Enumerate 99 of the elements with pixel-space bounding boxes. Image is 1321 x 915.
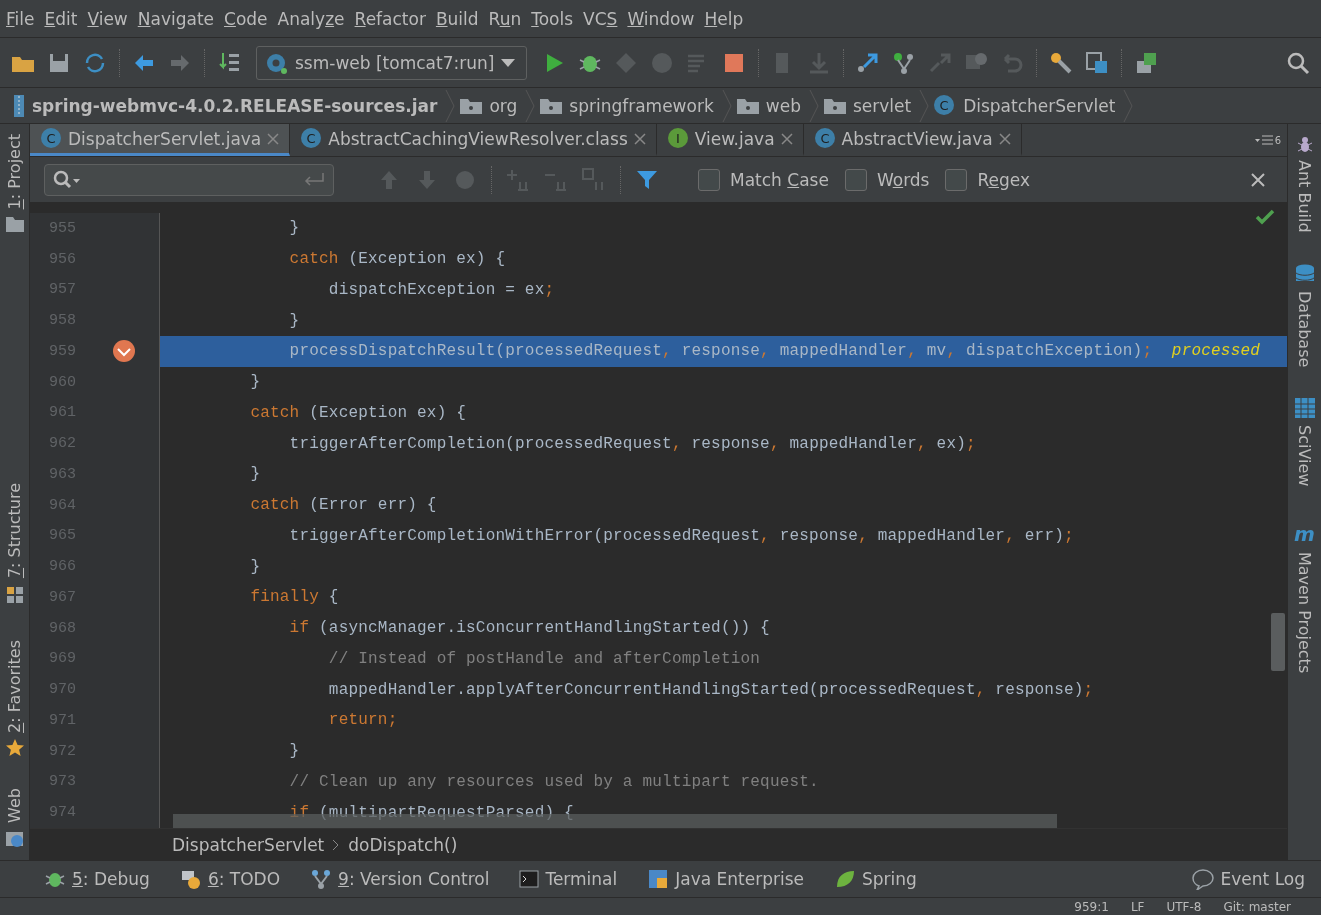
tool-window-button[interactable]: Database — [1293, 262, 1316, 367]
chevron-icon — [525, 88, 536, 123]
breadcrumb-item[interactable]: doDispatch() — [348, 834, 458, 855]
checkbox[interactable]: Words — [844, 168, 930, 191]
class-icon: C — [40, 126, 64, 151]
close-icon — [996, 130, 1013, 147]
archive-icon — [12, 93, 26, 118]
code-line: } — [288, 742, 300, 761]
structure-icon — [4, 584, 25, 605]
breadcrumb-item[interactable]: springframework — [539, 95, 718, 116]
code-line: } — [288, 311, 300, 330]
chevron-icon — [1123, 88, 1134, 123]
breadcrumb-item[interactable]: org — [459, 95, 522, 116]
table-icon — [1293, 396, 1316, 419]
code-line: } — [249, 557, 261, 576]
scrollbar-thumb[interactable] — [1271, 613, 1285, 671]
run-configuration-dropdown[interactable]: ssm-web [tomcat7:run] — [256, 45, 528, 80]
speech-bubble-icon — [1190, 868, 1215, 890]
search-field[interactable] — [44, 163, 334, 196]
chevron-icon — [808, 88, 819, 123]
chevron-icon — [332, 838, 341, 851]
tool-window-button[interactable]: 9: Version Control — [310, 868, 490, 890]
code-line: triggerAfterCompletionWithError(processedRequest, response, mappedHandler, err); — [288, 526, 1074, 545]
search-icon — [53, 169, 81, 190]
checkbox[interactable]: Match Case — [698, 168, 829, 191]
status-item[interactable]: UTF-8 — [1166, 899, 1202, 914]
tool-window-button[interactable]: SciView — [1293, 396, 1316, 487]
tool-window-button[interactable]: 6: TODO — [179, 868, 281, 890]
code-line: } — [249, 465, 261, 484]
breadcrumb-item[interactable]: web — [735, 95, 805, 116]
code-line: if (multipartRequestParsed) { — [288, 803, 574, 822]
close-icon — [631, 130, 648, 147]
tool-window-button[interactable]: 7: Structure — [4, 483, 25, 605]
breadcrumb-item[interactable]: DispatcherServlet — [172, 834, 325, 855]
status-item[interactable]: 959:1 — [1074, 899, 1109, 914]
status-item[interactable]: Git: master — [1223, 899, 1291, 914]
menu-item[interactable]: Analyze — [275, 8, 353, 29]
breadcrumb-item[interactable]: spring-webmvc-4.0.2.RELEASE-sources.jar — [12, 93, 442, 118]
code-line: mappedHandler.applyAfterConcurrentHandlingStarted(processedRequest, response); — [327, 680, 1094, 699]
tool-window-button[interactable]: m Maven Projects — [1294, 522, 1315, 674]
code-line: catch (Error err) { — [249, 496, 437, 515]
tool-window-button[interactable]: 1: Project — [4, 134, 25, 234]
status-item[interactable]: LF — [1130, 899, 1145, 914]
code-line: } — [249, 373, 261, 392]
close-icon — [265, 130, 282, 147]
terminal-icon — [519, 869, 540, 889]
list-icon — [1254, 134, 1273, 146]
code-line: triggerAfterCompletion(processedRequest, response, mappedHandler, ex); — [288, 434, 976, 453]
tab-list-button[interactable]: 6 — [1254, 124, 1287, 156]
checkbox[interactable]: Regex — [945, 168, 1030, 191]
folder-icon — [4, 215, 25, 234]
menu-item[interactable]: Help — [702, 8, 752, 29]
code-line: // Clean up any resources used by a multipart request. — [288, 772, 819, 791]
close-icon — [778, 130, 795, 147]
code-line: } — [288, 219, 300, 238]
menu-item[interactable]: Run — [486, 8, 530, 29]
tool-window-button[interactable]: 5: Debug — [44, 868, 150, 890]
code-line: catch (Exception ex) { — [249, 403, 467, 422]
menu-item[interactable]: Navigate — [135, 8, 222, 29]
menu-item[interactable]: Window — [625, 8, 703, 29]
breadcrumb-item[interactable]: C DispatcherServlet — [933, 93, 1120, 118]
tool-window-button[interactable]: Java Enterprise — [647, 868, 804, 890]
caret-icon — [500, 56, 517, 69]
menu-item[interactable]: VCS — [581, 8, 626, 29]
maven-icon: m — [1294, 522, 1315, 547]
branch-icon — [310, 868, 333, 890]
menu-item[interactable]: Edit — [42, 8, 86, 29]
menu-item[interactable]: View — [85, 8, 136, 29]
code-line: dispatchException = ex; — [327, 280, 555, 299]
code-line: finally { — [249, 588, 339, 607]
code-line: // Instead of postHandle and afterCompletion — [327, 649, 761, 668]
code-line: return; — [327, 711, 398, 730]
chevron-icon — [445, 88, 456, 123]
tool-window-button[interactable]: Web — [4, 788, 25, 850]
enterprise-icon — [647, 868, 670, 890]
check-icon — [1255, 209, 1275, 225]
menu-item[interactable]: Code — [222, 8, 276, 29]
editor-tab[interactable]: C DispatcherServlet.java — [30, 124, 291, 156]
interface-icon: I — [666, 126, 691, 151]
menu-item[interactable]: Tools — [529, 8, 582, 29]
star-icon — [4, 738, 25, 759]
code-line: processDispatchResult(processedRequest, response, mappedHandler, mv, dispatchException); processed — [288, 342, 1261, 361]
breakpoint-icon[interactable] — [112, 339, 136, 364]
code-line: if (asyncManager.isConcurrentHandlingStarted()) { — [288, 619, 770, 638]
code-line: catch (Exception ex) { — [288, 250, 506, 269]
tool-window-button[interactable]: Event Log — [1190, 868, 1305, 890]
menu-item[interactable]: Refactor — [352, 8, 434, 29]
tool-window-button[interactable]: 2: Favorites — [4, 639, 25, 759]
menu-item[interactable]: Build — [433, 8, 487, 29]
leaf-icon — [834, 868, 856, 890]
chevron-icon — [919, 88, 930, 123]
tool-window-button[interactable]: Terminal — [519, 869, 618, 889]
todo-icon — [179, 868, 202, 890]
menu-item[interactable]: File — [4, 8, 43, 29]
chevron-icon — [721, 88, 732, 123]
tool-window-button[interactable]: Ant Build — [1294, 134, 1315, 233]
breadcrumb-item[interactable]: servlet — [822, 95, 916, 116]
class-icon: C — [813, 126, 838, 151]
tool-window-button[interactable]: Spring — [834, 868, 917, 890]
